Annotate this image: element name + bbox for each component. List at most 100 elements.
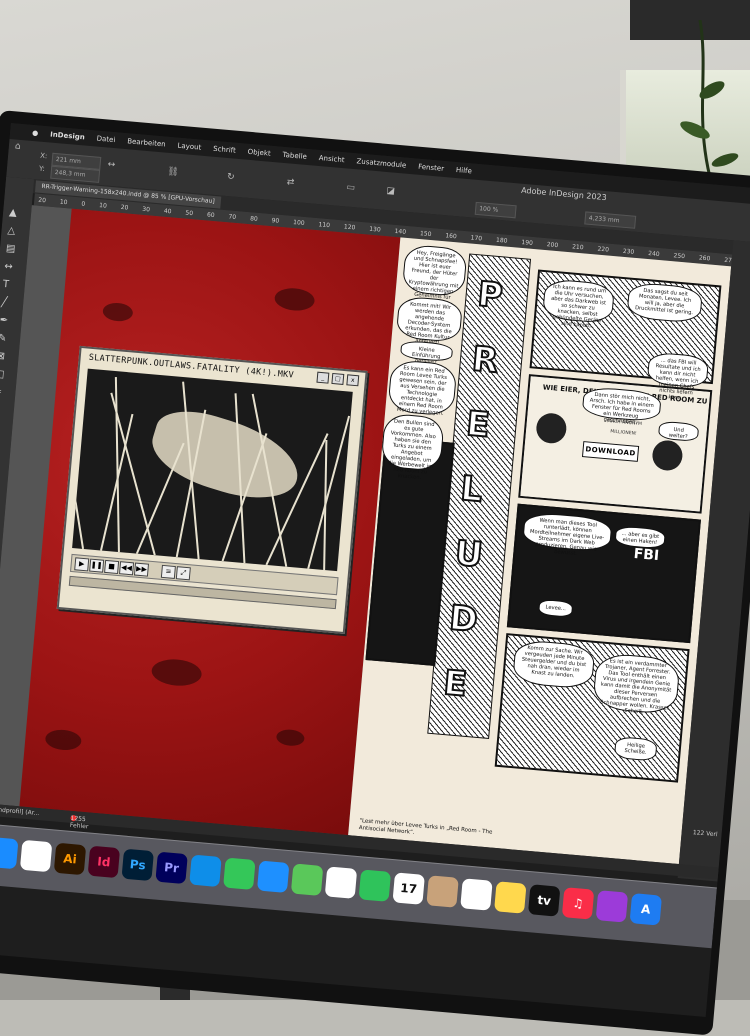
stop-icon[interactable]: ■ xyxy=(104,560,119,574)
menu-tabelle[interactable]: Tabelle xyxy=(282,151,307,161)
premiere-icon[interactable]: Pr xyxy=(155,852,188,885)
x-label: X: xyxy=(40,152,48,161)
ruler-tick: 130 xyxy=(369,225,381,233)
page-tool-icon[interactable]: ▤ xyxy=(5,243,15,255)
appletv-icon[interactable]: tv xyxy=(528,884,561,917)
type-tool-icon[interactable]: T xyxy=(2,279,9,290)
flip-icon[interactable]: ⇄ xyxy=(286,177,294,188)
fill-swatch-icon[interactable]: ◪ xyxy=(386,186,395,197)
ruler-tick: 260 xyxy=(699,254,711,262)
chrome-icon[interactable] xyxy=(20,840,53,873)
illustrator-icon[interactable]: Ai xyxy=(54,843,87,876)
play-icon[interactable]: ▶ xyxy=(74,557,89,571)
direct-selection-tool-icon[interactable]: △ xyxy=(7,225,16,237)
zoom-field[interactable]: 100 % xyxy=(475,202,517,219)
menu-schrift[interactable]: Schrift xyxy=(213,145,236,155)
ruler-tick: 70 xyxy=(228,213,236,221)
skull-icon xyxy=(535,412,568,445)
mail-icon[interactable] xyxy=(257,860,290,893)
impaled-figure xyxy=(144,401,308,512)
next-icon[interactable]: ▶▶ xyxy=(134,562,149,576)
title-letter: D xyxy=(448,598,480,640)
ruler-tick: 100 xyxy=(293,218,305,226)
messages-icon[interactable] xyxy=(223,858,256,891)
speech-bubble: Kleine Einführung gefällig? xyxy=(400,340,453,362)
ruler-tick: 20 xyxy=(120,203,128,211)
pause-icon[interactable]: ❚❚ xyxy=(89,559,104,573)
ruler-tick: 60 xyxy=(207,211,215,219)
ruler-tick: 250 xyxy=(673,252,685,260)
link-icon[interactable]: ⛓ xyxy=(167,167,179,178)
notes-icon[interactable] xyxy=(494,881,527,914)
safari-icon[interactable] xyxy=(0,837,19,870)
ruler-tick: 30 xyxy=(142,205,150,213)
pen-tool-icon[interactable]: ✒ xyxy=(0,315,9,327)
rectangle-frame-tool-icon[interactable]: ⊠ xyxy=(0,351,5,363)
podcasts-icon[interactable] xyxy=(596,890,629,923)
maps-icon[interactable] xyxy=(291,863,324,896)
media-player-window[interactable]: SLATTERPUNK.OUTLAWS.FATALITY (4K!).MKV _… xyxy=(57,346,368,634)
selection-tool-icon[interactable]: ▲ xyxy=(9,207,18,219)
select-container-icon[interactable]: ▭ xyxy=(346,183,355,194)
calendar-icon[interactable]: 17 xyxy=(392,872,425,905)
ruler-tick: 180 xyxy=(496,236,508,244)
menu-bearbeiten[interactable]: Bearbeiten xyxy=(127,137,166,148)
ruler-tick: 140 xyxy=(394,227,406,235)
photos-icon[interactable] xyxy=(325,866,358,899)
app-name[interactable]: InDesign xyxy=(50,130,85,141)
right-page-comic[interactable]: P R E L U D E WIE EIER, DEINEN EIGENEN R… xyxy=(348,237,731,864)
document-canvas[interactable]: P R E L U D E WIE EIER, DEINEN EIGENEN R… xyxy=(0,205,731,864)
player-video xyxy=(72,369,353,571)
menu-fenster[interactable]: Fenster xyxy=(418,163,445,173)
apple-icon[interactable]: ● xyxy=(32,129,39,138)
teamviewer-icon[interactable] xyxy=(189,855,222,888)
panel-count-label: 122 Verl xyxy=(693,829,718,838)
pencil-tool-icon[interactable]: ✎ xyxy=(0,333,7,345)
preflight-profile[interactable]: [Grundprofil] (Ar... xyxy=(0,805,40,817)
speech-bubble: Den Bullen sind es gute Vorkommen. Also … xyxy=(380,413,444,472)
menu-ansicht[interactable]: Ansicht xyxy=(318,154,344,164)
minimize-button[interactable]: _ xyxy=(316,372,329,384)
menu-zusatzmodule[interactable]: Zusatzmodule xyxy=(356,157,406,169)
scissors-tool-icon[interactable]: ✂ xyxy=(0,387,2,399)
menu-layout[interactable]: Layout xyxy=(177,142,201,152)
ruler-tick: 200 xyxy=(546,241,558,249)
speech-bubble: Hey, Freigänge und Schnapsfee! Hier ist … xyxy=(402,244,468,297)
menu-hilfe[interactable]: Hilfe xyxy=(456,166,473,175)
fbi-jacket-text: FBI xyxy=(633,546,660,564)
appstore-icon[interactable]: A xyxy=(630,893,663,926)
ruler-tick: 50 xyxy=(185,209,193,217)
ruler-tick: 10 xyxy=(99,202,107,210)
facetime-icon[interactable] xyxy=(359,869,392,902)
home-icon[interactable]: ⌂ xyxy=(14,141,21,151)
gap-tool-icon[interactable]: ↔ xyxy=(4,261,13,273)
screen: ● InDesign Datei Bearbeiten Layout Schri… xyxy=(0,123,750,1017)
ruler-tick: 80 xyxy=(250,215,258,223)
speech-bubble: Es kann ein Red Room Levee Turks gewesen… xyxy=(387,359,457,417)
ruler-tick: 150 xyxy=(420,230,432,238)
close-button[interactable]: x xyxy=(346,374,359,386)
ruler-tick: 110 xyxy=(318,221,330,229)
line-tool-icon[interactable]: ╱ xyxy=(1,297,8,308)
music-icon[interactable]: ♫ xyxy=(562,887,595,920)
contacts-icon[interactable] xyxy=(426,875,459,908)
stroke-weight-field[interactable]: 4,233 mm xyxy=(584,211,636,228)
ruler-tick: 90 xyxy=(271,217,279,225)
prev-icon[interactable]: ◀◀ xyxy=(119,561,134,575)
playlist-icon[interactable]: ≡ xyxy=(161,565,176,579)
rotate-icon[interactable]: ↻ xyxy=(227,172,235,183)
maximize-button[interactable]: □ xyxy=(331,373,344,385)
photoshop-icon[interactable]: Ps xyxy=(121,849,154,882)
title-letter: P xyxy=(476,274,504,316)
indesign-icon[interactable]: Id xyxy=(88,846,121,879)
spike xyxy=(72,391,84,549)
menu-objekt[interactable]: Objekt xyxy=(247,148,271,158)
width-icon[interactable]: ↔ xyxy=(107,160,115,171)
ruler-tick: 220 xyxy=(597,245,609,253)
error-count[interactable]: 1255 Fehler xyxy=(70,815,90,831)
ruler-tick: 0 xyxy=(81,200,85,207)
fullscreen-icon[interactable]: ⤢ xyxy=(176,566,191,580)
menu-datei[interactable]: Datei xyxy=(96,135,115,145)
rectangle-tool-icon[interactable]: □ xyxy=(0,369,5,381)
reminders-icon[interactable] xyxy=(460,878,493,911)
